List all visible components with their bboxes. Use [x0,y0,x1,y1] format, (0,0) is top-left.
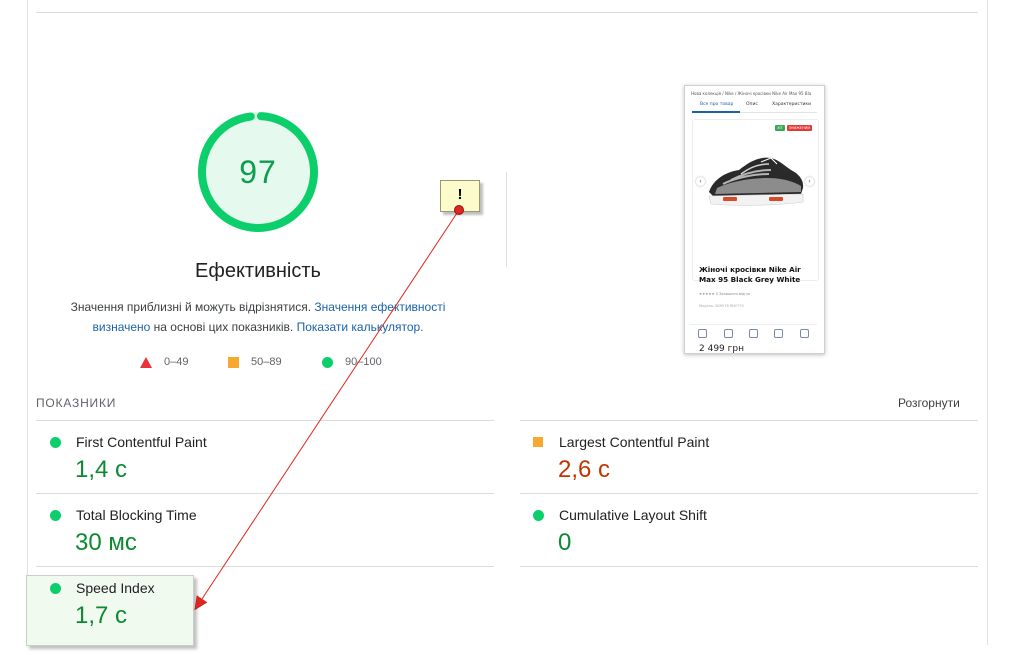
screenshot-breadcrumb: Нова колекція / Nike / Жіночі кросівки N… [691,91,812,96]
metrics-rule-left-top [36,420,494,421]
disclaimer-middle: на основі цих показників. [153,320,294,334]
legend-pass-range: 90–100 [345,356,382,368]
metric-title: First Contentful Paint [76,434,207,450]
screenshot-tab-underline [692,111,740,113]
performance-score: 97 [239,153,277,190]
badge-hit: ХІТ [775,125,785,131]
average-square-icon [228,356,239,368]
pass-circle-icon [50,583,61,594]
screenshot-tab-all: Все про товар [700,102,734,107]
metric-first-contentful-paint[interactable]: First Contentful Paint 1,4 с [36,426,494,498]
top-divider [36,12,978,13]
badge-discount: ЗНИЖЕНИЙ [786,125,812,131]
screenshot-tab-specs: Характеристики [772,102,812,107]
metric-total-blocking-time[interactable]: Total Blocking Time 30 мс [36,499,494,571]
metric-cumulative-layout-shift[interactable]: Cumulative Layout Shift 0 [519,499,977,571]
metric-speed-index[interactable]: Speed Index 1,7 с [36,572,494,644]
screenshot-price: 2 499 грн [699,344,744,354]
show-calculator-link[interactable]: Показати калькулятор. [297,320,424,334]
metric-title: Largest Contentful Paint [559,434,710,450]
expand-metrics-toggle[interactable]: Розгорнути [898,396,960,410]
support-icon [799,328,809,338]
metric-value: 2,6 с [558,456,611,483]
heart-icon [748,328,758,338]
metrics-section-label: ПОКАЗНИКИ [36,396,117,410]
legend-fail: 0–49 [140,356,188,368]
pass-circle-icon [50,510,61,521]
screenshot-tabs: Все про товар Опис Характеристики [692,100,817,113]
disclaimer-text: Значення приблизні й можуть відрізнятися… [70,300,312,314]
performance-title: Ефективність [195,260,321,282]
metric-value: 0 [558,529,572,556]
metric-title: Speed Index [76,580,155,596]
metric-title: Total Blocking Time [76,507,197,523]
metric-value: 1,4 с [75,456,128,483]
legend-average: 50–89 [228,356,282,368]
metric-largest-contentful-paint[interactable]: Largest Contentful Paint 2,6 с [519,426,977,498]
final-screenshot[interactable]: Нова колекція / Nike / Жіночі кросівки N… [684,85,825,354]
metric-value: 1,7 с [75,602,128,629]
compare-icon [774,328,784,338]
performance-gauge[interactable]: 97 [198,112,318,232]
score-disclaimer: Значення приблизні й можуть відрізнятися… [48,297,468,337]
average-square-icon [533,437,543,447]
screenshot-model: Модель: 809578 RNY770 [699,304,744,308]
fail-triangle-icon [140,356,152,368]
screenshot-product-card: ХІТ ЗНИЖЕНИЙ ‹ › Жіночі кросівки Nike Ai… [692,119,819,308]
screenshot-badges: ХІТ ЗНИЖЕНИЙ [775,125,812,131]
metrics-rule-right-top [520,420,978,421]
legend-pass: 90–100 [322,356,382,368]
screenshot-bottom-nav [690,324,817,341]
menu-grid-icon [698,328,708,338]
vertical-divider [506,172,507,267]
pass-circle-icon [533,510,544,521]
prev-arrow-icon: ‹ [696,177,705,186]
pass-circle-icon [50,437,61,448]
sneaker-image [708,157,804,206]
home-icon [723,328,733,338]
legend-average-range: 50–89 [251,356,282,368]
screenshot-product-title: Жіночі кросівки Nike Air Max 95 Black Gr… [699,265,801,284]
screenshot-tab-description: Опис [746,102,758,107]
pass-circle-icon [322,356,333,368]
metric-value: 30 мс [75,529,137,556]
annotation-note[interactable]: ! [440,180,480,212]
screenshot-rating: ★★★★★ 0 Залишити відгук [699,292,751,296]
metric-title: Cumulative Layout Shift [559,507,707,523]
legend-fail-range: 0–49 [164,356,189,368]
